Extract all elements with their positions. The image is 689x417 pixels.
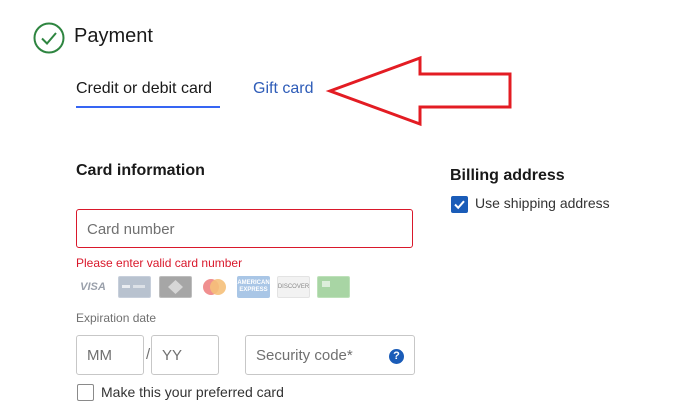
tab-credit-or-debit-card[interactable]: Credit or debit card [76,80,212,98]
help-icon[interactable]: ? [389,349,404,364]
card-number-placeholder: Card number [87,221,175,238]
preferred-card-label: Make this your preferred card [101,384,284,400]
amex-logo: AMERICAN EXPRESS [237,276,270,298]
annotation-arrow [325,55,515,127]
card-logo [159,276,192,298]
card-logo [317,276,350,298]
security-code-placeholder: Security code* [256,347,353,364]
card-number-error: Please enter valid card number [76,256,243,270]
card-number-input[interactable]: Card number [76,209,413,248]
discover-logo: DISCOVER [277,276,310,298]
tab-gift-card[interactable]: Gift card [253,80,313,98]
expiration-year-input[interactable]: YY [151,335,219,375]
security-code-input[interactable]: Security code* ? [245,335,415,375]
expiration-date-label: Expiration date [76,311,157,325]
mastercard-logo [198,276,231,298]
preferred-card-checkbox[interactable] [77,384,94,401]
card-information-heading: Card information [76,162,205,179]
billing-address-heading: Billing address [450,167,565,184]
use-shipping-address-checkbox[interactable] [451,196,468,213]
active-tab-underline [76,106,220,108]
visa-logo: VISA [80,280,106,293]
month-placeholder: MM [87,347,112,364]
use-shipping-address-label: Use shipping address [475,195,610,211]
section-title: Payment [74,25,153,47]
year-placeholder: YY [162,347,183,364]
check-circle-icon [33,22,65,54]
date-separator: / [146,346,151,363]
card-logo [118,276,151,298]
expiration-month-input[interactable]: MM [76,335,144,375]
